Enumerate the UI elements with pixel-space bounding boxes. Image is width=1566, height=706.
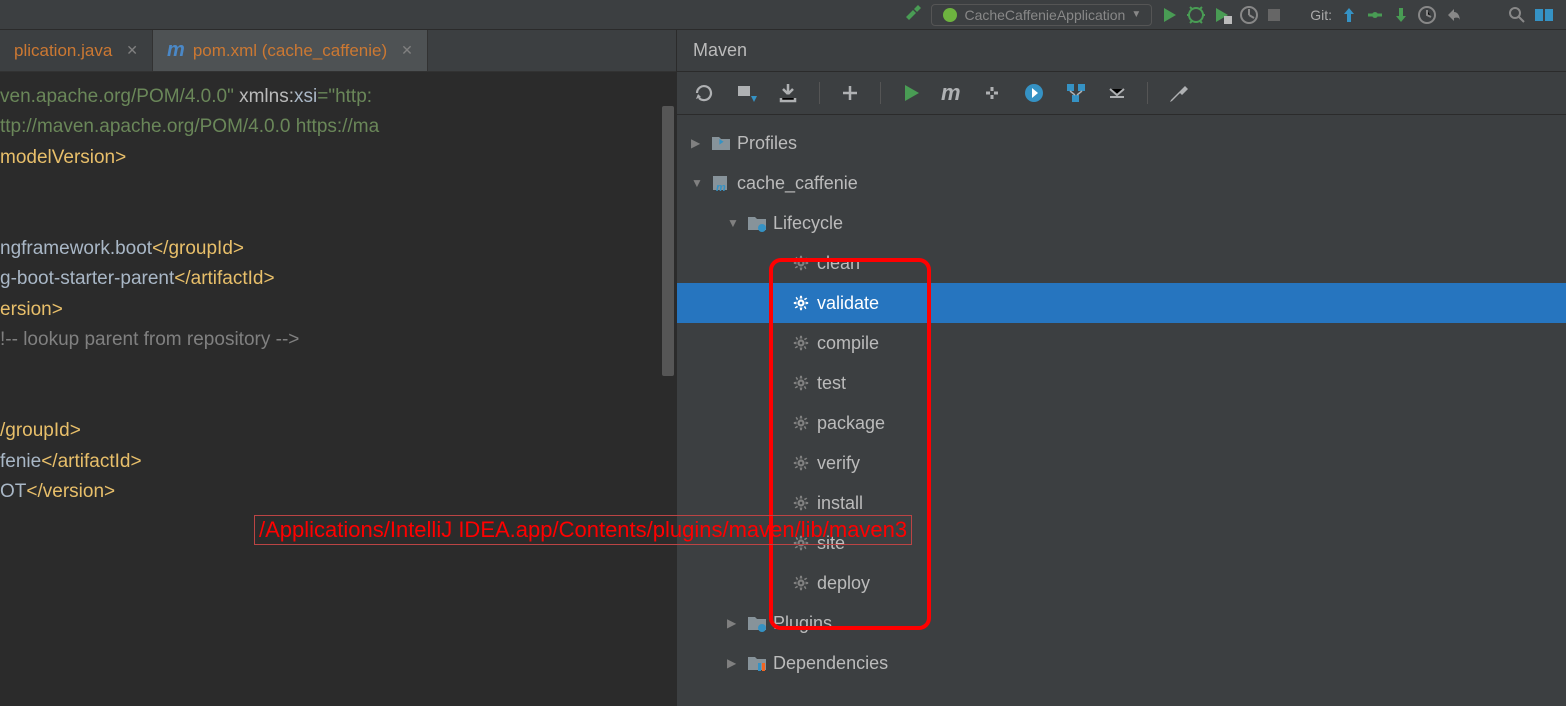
goal-label: install <box>817 493 863 514</box>
annotation-path: /Applications/IntelliJ IDEA.app/Contents… <box>254 515 912 545</box>
tree-dependencies[interactable]: ▶ Dependencies <box>677 643 1566 683</box>
download-icon[interactable] <box>777 82 799 104</box>
maven-toolbar: m <box>677 72 1566 115</box>
ide-settings-icon[interactable] <box>1534 6 1556 24</box>
folder-gear-icon <box>747 214 767 232</box>
chevron-right-icon: ▶ <box>727 656 741 670</box>
lifecycle-goal-package[interactable]: package <box>677 403 1566 443</box>
profile-icon[interactable] <box>1240 6 1258 24</box>
svg-text:m: m <box>716 182 726 192</box>
collapse-icon[interactable] <box>1107 83 1127 103</box>
editor-tabs: plication.java ✕ m pom.xml (cache_caffen… <box>0 30 676 72</box>
goal-label: clean <box>817 253 860 274</box>
goal-label: validate <box>817 293 879 314</box>
gear-icon <box>791 254 811 272</box>
lifecycle-goal-deploy[interactable]: deploy <box>677 563 1566 603</box>
add-icon[interactable] <box>840 83 860 103</box>
lifecycle-goal-verify[interactable]: verify <box>677 443 1566 483</box>
run-icon[interactable] <box>901 83 921 103</box>
chevron-right-icon: ▶ <box>727 616 741 630</box>
settings-icon[interactable] <box>1168 82 1190 104</box>
folder-gear-icon <box>747 614 767 632</box>
goal-label: package <box>817 413 885 434</box>
lifecycle-goal-compile[interactable]: compile <box>677 323 1566 363</box>
coverage-icon[interactable] <box>1214 6 1232 24</box>
lifecycle-goal-clean[interactable]: clean <box>677 243 1566 283</box>
main-toolbar: CacheCaffenieApplication ▼ Git: <box>0 0 1566 30</box>
chevron-right-icon: ▶ <box>691 136 705 150</box>
goal-label: compile <box>817 333 879 354</box>
tree-lifecycle[interactable]: ▼ Lifecycle <box>677 203 1566 243</box>
git-push-icon[interactable] <box>1392 6 1410 24</box>
goal-label: test <box>817 373 846 394</box>
maven-icon: m <box>167 39 185 62</box>
git-history-icon[interactable] <box>1418 6 1436 24</box>
reimport-icon[interactable] <box>693 82 715 104</box>
git-commit-icon[interactable] <box>1366 6 1384 24</box>
maven-title: Maven <box>677 30 1566 72</box>
skip-tests-icon[interactable] <box>1023 82 1045 104</box>
close-icon[interactable]: ✕ <box>126 42 138 59</box>
folder-icon <box>711 134 731 152</box>
spring-icon <box>942 7 958 23</box>
gear-icon <box>791 574 811 592</box>
lifecycle-goal-validate[interactable]: validate <box>677 283 1566 323</box>
search-icon[interactable] <box>1508 6 1526 24</box>
code-editor[interactable]: ven.apache.org/POM/4.0.0" xmlns:xsi="htt… <box>0 72 676 517</box>
scrollbar-thumb[interactable] <box>662 106 674 376</box>
git-label: Git: <box>1310 7 1332 23</box>
tree-plugins[interactable]: ▶ Plugins <box>677 603 1566 643</box>
editor-pane: plication.java ✕ m pom.xml (cache_caffen… <box>0 30 676 706</box>
toggle-offline-icon[interactable] <box>981 82 1003 104</box>
maven-tool-window: Maven m ▶ Profiles ▼ m <box>676 30 1566 706</box>
gear-icon <box>791 334 811 352</box>
show-dependencies-icon[interactable] <box>1065 82 1087 104</box>
folder-lib-icon <box>747 654 767 672</box>
hammer-icon[interactable] <box>903 5 923 25</box>
close-icon[interactable]: ✕ <box>401 42 413 59</box>
generate-sources-icon[interactable] <box>735 82 757 104</box>
maven-tree: ▶ Profiles ▼ m cache_caffenie ▼ Lifecycl… <box>677 115 1566 691</box>
gear-icon <box>791 414 811 432</box>
stop-icon[interactable] <box>1266 7 1282 23</box>
gear-icon <box>791 374 811 392</box>
debug-icon[interactable] <box>1186 5 1206 25</box>
maven-m-icon[interactable]: m <box>941 80 961 106</box>
tab-java-file[interactable]: plication.java ✕ <box>0 30 153 71</box>
tree-profiles[interactable]: ▶ Profiles <box>677 123 1566 163</box>
gear-icon <box>791 454 811 472</box>
goal-label: deploy <box>817 573 870 594</box>
git-revert-icon[interactable] <box>1444 6 1462 24</box>
gear-icon <box>791 294 811 312</box>
run-config-selector[interactable]: CacheCaffenieApplication ▼ <box>931 4 1152 26</box>
tab-pom-xml[interactable]: m pom.xml (cache_caffenie) ✕ <box>153 30 428 71</box>
chevron-down-icon: ▼ <box>691 176 705 190</box>
run-icon[interactable] <box>1160 6 1178 24</box>
chevron-down-icon: ▼ <box>727 216 741 230</box>
lifecycle-goal-test[interactable]: test <box>677 363 1566 403</box>
git-update-icon[interactable] <box>1340 6 1358 24</box>
maven-module-icon: m <box>711 174 731 192</box>
goal-label: verify <box>817 453 860 474</box>
gear-icon <box>791 494 811 512</box>
tree-project[interactable]: ▼ m cache_caffenie <box>677 163 1566 203</box>
